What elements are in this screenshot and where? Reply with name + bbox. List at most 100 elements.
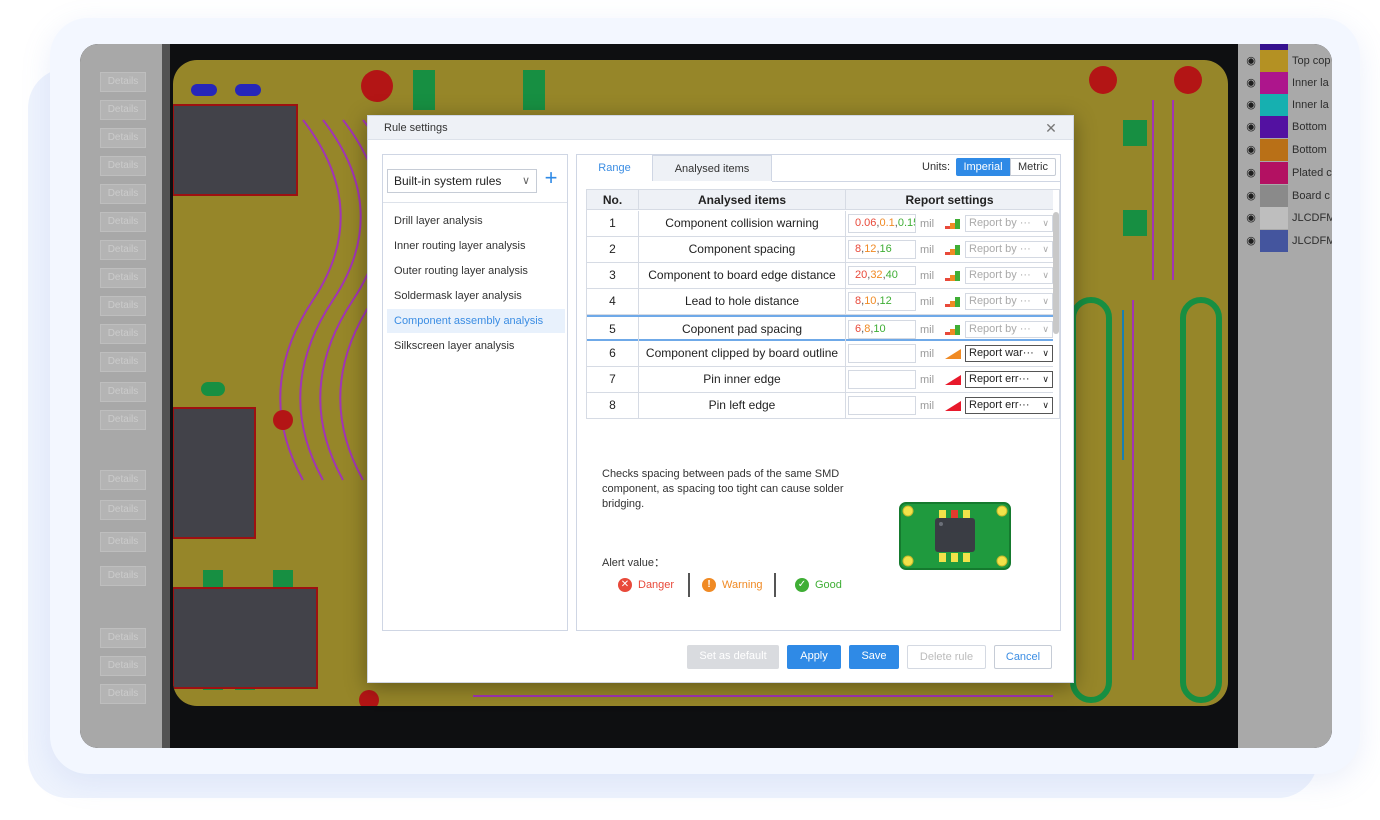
delete-rule-button[interactable]: Delete rule xyxy=(907,645,986,669)
chevron-down-icon: ∨ xyxy=(1042,374,1049,384)
save-button[interactable]: Save xyxy=(849,645,899,669)
table-row[interactable]: 7 Pin inner edge mil Report err··· ∨ xyxy=(587,367,1053,393)
threshold-input[interactable] xyxy=(848,344,916,363)
row-number: 7 xyxy=(587,367,639,393)
row-item-name: Component spacing xyxy=(639,237,846,263)
row-number: 3 xyxy=(587,263,639,289)
table-scrollbar[interactable] xyxy=(1053,212,1059,334)
threshold-warning-value: 12 xyxy=(864,243,877,255)
rule-settings-dialog: Rule settings ✕ Built-in system rules ∨ … xyxy=(367,115,1074,683)
table-row[interactable]: 3 Component to board edge distance 20,32,4… xyxy=(587,263,1053,289)
threshold-danger-value: 20 xyxy=(855,269,868,281)
report-mode-select[interactable]: Report by ··· ∨ xyxy=(965,293,1053,310)
warning-icon: ! xyxy=(702,578,716,592)
severity-level-icon xyxy=(945,325,960,335)
threshold-good-value: 10 xyxy=(873,323,886,335)
threshold-good-value: 12 xyxy=(879,295,892,307)
rule-item[interactable]: Soldermask layer analysis xyxy=(387,284,565,308)
threshold-input[interactable] xyxy=(848,370,916,389)
rule-item[interactable]: Drill layer analysis xyxy=(387,209,565,233)
divider xyxy=(383,202,567,203)
unit-label: mil xyxy=(920,324,935,336)
report-mode-value: Report by ··· xyxy=(969,243,1031,255)
report-mode-select[interactable]: Report by ··· ∨ xyxy=(965,267,1053,284)
tab-analysed-items[interactable]: Analysed items xyxy=(652,155,772,181)
rule-item[interactable]: Inner routing layer analysis xyxy=(387,234,565,258)
row-item-name: Component collision warning xyxy=(639,211,846,237)
divider xyxy=(772,181,1060,182)
units-label: Units: xyxy=(922,161,951,173)
row-item-name: Lead to hole distance xyxy=(639,289,846,315)
unit-label: mil xyxy=(920,270,935,282)
tab-range[interactable]: Range xyxy=(577,155,652,181)
rule-detail-panel: Range Analysed items Units: Imperial Met… xyxy=(576,154,1061,631)
threshold-good-value: 16 xyxy=(879,243,892,255)
rule-item[interactable]: Outer routing layer analysis xyxy=(387,259,565,283)
dialog-title: Rule settings xyxy=(368,116,1073,140)
column-header-report: Report settings xyxy=(905,193,994,207)
unit-label: mil xyxy=(920,374,935,386)
report-mode-select[interactable]: Report by ··· ∨ xyxy=(965,321,1053,338)
severity-level-icon xyxy=(945,219,960,229)
severity-level-icon xyxy=(945,245,960,255)
report-mode-value: Report err··· xyxy=(969,399,1030,411)
row-item-name: Component to board edge distance xyxy=(639,263,846,289)
cancel-button[interactable]: Cancel xyxy=(994,645,1052,669)
table-row[interactable]: 4 Lead to hole distance 8,10,12 mil Report b… xyxy=(587,289,1053,315)
danger-icon: ✕ xyxy=(618,578,632,592)
threshold-input[interactable]: 8,12,16 xyxy=(848,240,916,259)
table-row[interactable]: 5 Coponent pad spacing 6,8,10 mil Report by … xyxy=(587,315,1053,343)
report-mode-value: Report by ··· xyxy=(969,323,1031,335)
report-mode-select[interactable]: Report err··· ∨ xyxy=(965,371,1053,388)
chevron-down-icon: ∨ xyxy=(1042,244,1049,254)
units-imperial-button[interactable]: Imperial xyxy=(956,158,1010,176)
add-rule-icon[interactable]: + xyxy=(541,167,561,191)
row-number: 5 xyxy=(587,317,639,343)
chevron-down-icon: ∨ xyxy=(1042,324,1049,334)
rule-set-value: Built-in system rules xyxy=(394,174,502,188)
row-number: 8 xyxy=(587,393,639,418)
apply-button[interactable]: Apply xyxy=(787,645,841,669)
threshold-danger-value: 0.06 xyxy=(855,217,877,229)
table-header: No. Analysed items Report settings xyxy=(587,190,1053,210)
threshold-input[interactable]: 0.06,0.1,0.15 xyxy=(848,214,916,233)
threshold-input[interactable]: 6,8,10 xyxy=(848,320,916,339)
row-item-name: Coponent pad spacing xyxy=(639,317,846,343)
row-number: 2 xyxy=(587,237,639,263)
table-row[interactable]: 6 Component clipped by board outline mil Re… xyxy=(587,341,1053,367)
unit-label: mil xyxy=(920,244,935,256)
severity-level-icon xyxy=(945,271,960,281)
report-mode-select[interactable]: Report by ··· ∨ xyxy=(965,241,1053,258)
threshold-warning-value: 10 xyxy=(864,295,877,307)
report-mode-value: Report by ··· xyxy=(969,295,1031,307)
row-number: 4 xyxy=(587,289,639,315)
report-mode-value: Report war··· xyxy=(969,347,1034,359)
report-mode-select[interactable]: Report war··· ∨ xyxy=(965,345,1053,362)
report-mode-select[interactable]: Report err··· ∨ xyxy=(965,397,1053,414)
divider xyxy=(774,573,776,597)
row-number: 1 xyxy=(587,211,639,237)
rule-set-select[interactable]: Built-in system rules ∨ xyxy=(387,169,537,193)
table-row[interactable]: 1 Component collision warning 0.06,0.1,0.1… xyxy=(587,211,1053,237)
close-icon[interactable]: ✕ xyxy=(1043,120,1059,136)
unit-label: mil xyxy=(920,296,935,308)
smd-component-illustration xyxy=(899,502,1011,570)
units-metric-button[interactable]: Metric xyxy=(1010,158,1056,176)
rule-description: Checks spacing between pads of the same … xyxy=(602,468,844,510)
divider xyxy=(688,573,690,597)
alert-value-label: Alert value： xyxy=(602,557,665,569)
threshold-input[interactable] xyxy=(848,396,916,415)
column-header-no: No. xyxy=(587,190,639,210)
rule-item-active[interactable]: Component assembly analysis xyxy=(387,309,565,333)
chevron-down-icon: ∨ xyxy=(1042,348,1049,358)
legend-danger-label: Danger xyxy=(638,579,675,591)
rule-item[interactable]: Silkscreen layer analysis xyxy=(387,334,565,358)
table-row[interactable]: 2 Component spacing 8,12,16 mil Report by ··… xyxy=(587,237,1053,263)
threshold-input[interactable]: 20,32,40 xyxy=(848,266,916,285)
table-row[interactable]: 8 Pin left edge mil Report err··· ∨ xyxy=(587,393,1053,418)
row-number: 6 xyxy=(587,341,639,367)
row-item-name: Pin left edge xyxy=(639,393,846,418)
set-as-default-button[interactable]: Set as default xyxy=(687,645,779,669)
threshold-input[interactable]: 8,10,12 xyxy=(848,292,916,311)
report-mode-select[interactable]: Report by ··· ∨ xyxy=(965,215,1053,232)
